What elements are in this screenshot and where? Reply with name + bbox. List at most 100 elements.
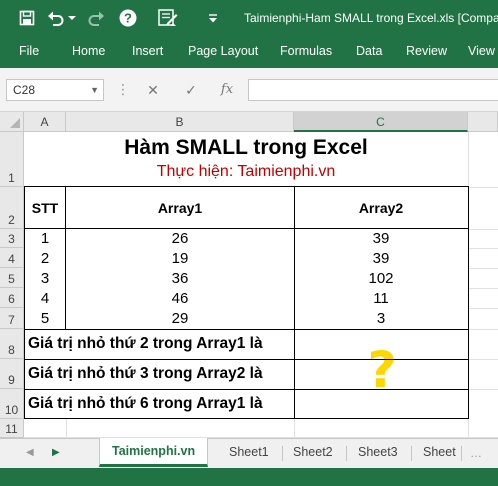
cell-array1[interactable]: 46 xyxy=(66,288,294,308)
sheet-title[interactable]: Hàm SMALL trong Excel xyxy=(24,134,468,162)
row-header-11[interactable]: 11 xyxy=(0,419,24,438)
gridline xyxy=(468,308,498,309)
save-icon[interactable] xyxy=(14,0,40,36)
cell-array2[interactable]: 102 xyxy=(294,268,468,288)
table-border xyxy=(468,186,469,419)
tab-home[interactable]: Home xyxy=(72,36,105,68)
question-mark: ? xyxy=(367,341,397,399)
form-icon[interactable] xyxy=(148,0,188,36)
gridline xyxy=(468,248,498,249)
row-header-3[interactable]: 3 xyxy=(0,229,24,248)
header-array1[interactable]: Array1 xyxy=(66,187,294,229)
row-header-2[interactable]: 2 xyxy=(0,187,24,229)
tab-insert[interactable]: Insert xyxy=(132,36,163,68)
table-border xyxy=(24,329,469,330)
customize-icon[interactable] xyxy=(204,0,222,36)
gridline xyxy=(66,419,67,438)
help-icon[interactable]: ? xyxy=(116,0,140,36)
table-border xyxy=(24,418,469,419)
undo-icon[interactable] xyxy=(44,0,68,36)
cell-array2[interactable]: 39 xyxy=(294,229,468,248)
scroll-right-icon[interactable]: ▶ xyxy=(52,439,60,467)
ribbon-tabs: File Home Insert Page Layout Formulas Da… xyxy=(0,36,498,68)
question-label[interactable]: Giá trị nhỏ thứ 3 trong Array2 là xyxy=(24,359,294,389)
row-header-9[interactable]: 9 xyxy=(0,359,24,389)
sheet-tab-sheet4[interactable]: Sheet xyxy=(423,439,456,466)
name-box-value: C28 xyxy=(13,83,36,97)
confirm-icon[interactable]: ✓ xyxy=(180,79,202,101)
table-border xyxy=(24,186,469,187)
gridline xyxy=(468,288,498,289)
cell-array1[interactable]: 19 xyxy=(66,248,294,268)
cell-stt[interactable]: 4 xyxy=(24,288,66,308)
cell-stt[interactable]: 5 xyxy=(24,308,66,329)
cell-array1[interactable]: 26 xyxy=(66,229,294,248)
cell-stt[interactable]: 2 xyxy=(24,248,66,268)
tab-separator xyxy=(461,446,462,461)
tab-view[interactable]: View xyxy=(468,36,495,68)
gridline xyxy=(468,229,498,230)
formula-bar-splitter[interactable]: ⋮ xyxy=(116,79,130,101)
tab-separator xyxy=(346,446,347,461)
redo-icon[interactable] xyxy=(84,0,108,36)
column-header-b[interactable]: B xyxy=(66,112,294,132)
sheet-tab-sheet3[interactable]: Sheet3 xyxy=(358,439,398,466)
header-array2[interactable]: Array2 xyxy=(294,187,468,229)
cancel-icon[interactable]: ✕ xyxy=(142,79,164,101)
select-all-button[interactable] xyxy=(0,112,24,132)
formula-input[interactable] xyxy=(248,79,498,101)
cell-array1[interactable]: 36 xyxy=(66,268,294,288)
cell-stt[interactable]: 1 xyxy=(24,229,66,248)
tab-page-layout[interactable]: Page Layout xyxy=(188,36,258,68)
question-label[interactable]: Giá trị nhỏ thứ 2 trong Array1 là xyxy=(24,329,294,359)
cell-array2[interactable]: 39 xyxy=(294,248,468,268)
sheet-tabs-bar: ◀ ▶ Taimienphi.vn Sheet1 Sheet2 Sheet3 S… xyxy=(0,438,498,468)
more-sheets-icon[interactable]: … xyxy=(470,439,482,467)
formula-bar: C28 ▼ ⋮ ✕ ✓ fx xyxy=(0,68,498,112)
row-header-5[interactable]: 5 xyxy=(0,268,24,288)
tab-data[interactable]: Data xyxy=(356,36,382,68)
gridline xyxy=(468,389,498,390)
insert-function-icon[interactable]: fx xyxy=(216,79,238,101)
tab-file[interactable]: File xyxy=(19,36,39,68)
select-all-triangle-icon xyxy=(10,118,20,128)
cell-array1[interactable]: 29 xyxy=(66,308,294,329)
tab-formulas[interactable]: Formulas xyxy=(280,36,332,68)
row-header-7[interactable]: 7 xyxy=(0,308,24,329)
question-label[interactable]: Giá trị nhỏ thứ 6 trong Array1 là xyxy=(24,389,294,419)
scroll-left-icon[interactable]: ◀ xyxy=(26,439,34,467)
undo-dropdown-icon[interactable] xyxy=(66,0,78,36)
sheet-tab-taimienphi[interactable]: Taimienphi.vn xyxy=(99,438,209,467)
name-box[interactable]: C28 ▼ xyxy=(6,79,104,101)
row-header-10[interactable]: 10 xyxy=(0,389,24,419)
gridline xyxy=(468,268,498,269)
title-bar: ? Taimienphi-Ham SMALL trong Excel.xls [… xyxy=(0,0,498,36)
sheet-tab-sheet1[interactable]: Sheet1 xyxy=(229,439,269,466)
table-border xyxy=(24,389,469,390)
sheet-subtitle[interactable]: Thực hiện: Taimienphi.vn xyxy=(24,161,468,183)
column-header-a[interactable]: A xyxy=(24,112,66,132)
row-header-6[interactable]: 6 xyxy=(0,288,24,308)
column-header-c[interactable]: C xyxy=(294,112,468,132)
status-bar xyxy=(0,468,498,486)
header-stt[interactable]: STT xyxy=(24,187,66,229)
chevron-down-icon[interactable]: ▼ xyxy=(90,80,99,100)
cell-array2[interactable]: 3 xyxy=(294,308,468,329)
gridline xyxy=(468,187,498,188)
tab-review[interactable]: Review xyxy=(406,36,447,68)
table-border xyxy=(24,359,469,360)
gridline xyxy=(294,419,295,438)
cell-array2[interactable]: 11 xyxy=(294,288,468,308)
sheet-tab-sheet2[interactable]: Sheet2 xyxy=(293,439,333,466)
table-border xyxy=(65,186,66,330)
svg-text:?: ? xyxy=(124,11,132,26)
gridline xyxy=(468,359,498,360)
row-header-4[interactable]: 4 xyxy=(0,248,24,268)
row-header-1[interactable]: 1 xyxy=(0,132,24,187)
table-border xyxy=(294,186,295,419)
table-border xyxy=(24,186,25,419)
column-header-d[interactable] xyxy=(468,112,498,132)
cell-stt[interactable]: 3 xyxy=(24,268,66,288)
tab-separator xyxy=(411,446,412,461)
row-header-8[interactable]: 8 xyxy=(0,329,24,359)
